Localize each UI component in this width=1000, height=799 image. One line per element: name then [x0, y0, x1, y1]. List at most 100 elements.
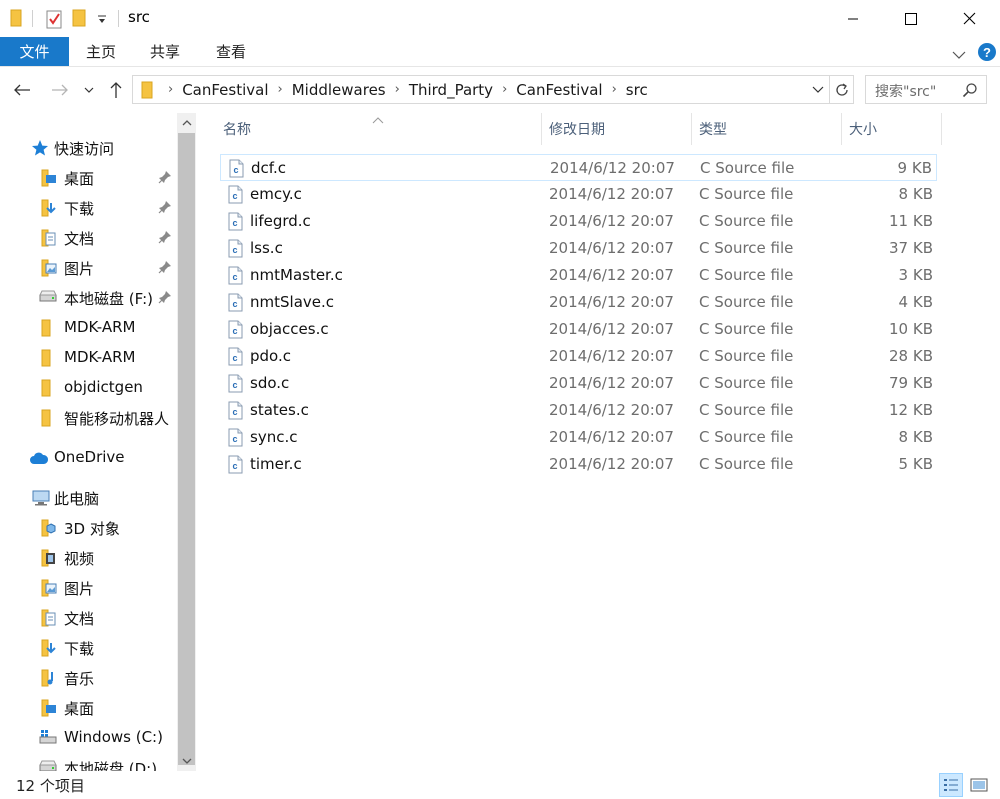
- expand-ribbon-icon[interactable]: [952, 46, 966, 64]
- file-row[interactable]: c pdo.c 2014/6/12 20:07 C Source file 28…: [220, 343, 937, 370]
- sidebar-item-quick-2[interactable]: 文档: [0, 223, 176, 253]
- new-folder-icon[interactable]: [72, 9, 86, 29]
- folder-icon[interactable]: [10, 9, 22, 29]
- customize-toolbar-icon[interactable]: [96, 12, 108, 32]
- maximize-button[interactable]: [888, 0, 934, 37]
- file-row[interactable]: c nmtMaster.c 2014/6/12 20:07 C Source f…: [220, 262, 937, 289]
- file-row[interactable]: c timer.c 2014/6/12 20:07 C Source file …: [220, 451, 937, 478]
- sidebar-item-quick-7[interactable]: objdictgen: [0, 373, 176, 403]
- breadcrumb-item[interactable]: src: [626, 81, 648, 99]
- scroll-thumb[interactable]: [178, 133, 195, 765]
- file-type: C Source file: [699, 266, 794, 284]
- sidebar-item-pc-1[interactable]: 视频: [0, 543, 176, 573]
- videos-folder-icon: [41, 549, 59, 567]
- address-history-button[interactable]: [808, 76, 828, 103]
- file-row[interactable]: c lifegrd.c 2014/6/12 20:07 C Source fil…: [220, 208, 937, 235]
- tab-file[interactable]: 文件: [0, 37, 69, 66]
- sidebar-item-pc-0[interactable]: 3D 对象: [0, 513, 176, 543]
- sidebar-item-quick-8[interactable]: 智能移动机器人: [0, 403, 176, 433]
- sidebar-item-quick-4[interactable]: 本地磁盘 (F:): [0, 283, 176, 313]
- sidebar-item-quick-6[interactable]: MDK-ARM: [0, 343, 176, 373]
- column-divider[interactable]: [841, 113, 842, 145]
- c-source-file-icon: c: [228, 293, 243, 312]
- back-arrow-icon: [14, 84, 30, 96]
- scroll-up-button[interactable]: [177, 113, 196, 132]
- chevron-right-icon[interactable]: ›: [493, 82, 516, 97]
- file-name: pdo.c: [250, 347, 291, 365]
- refresh-button[interactable]: [829, 76, 853, 103]
- sidebar-item-quick-5[interactable]: MDK-ARM: [0, 313, 176, 343]
- recent-locations-button[interactable]: [80, 79, 98, 101]
- file-name: states.c: [250, 401, 309, 419]
- sidebar-item-pc-3[interactable]: 文档: [0, 603, 176, 633]
- file-row[interactable]: c lss.c 2014/6/12 20:07 C Source file 37…: [220, 235, 937, 262]
- tab-view[interactable]: 查看: [203, 37, 259, 66]
- file-date: 2014/6/12 20:07: [549, 401, 674, 419]
- sidebar-item-this-pc[interactable]: 此电脑: [0, 483, 176, 513]
- c-source-file-icon: c: [228, 401, 243, 420]
- sidebar-item-quick-3[interactable]: 图片: [0, 253, 176, 283]
- column-header-type[interactable]: 类型: [699, 113, 727, 145]
- chevron-right-icon[interactable]: ›: [603, 82, 626, 97]
- sidebar-item-pc-7[interactable]: Windows (C:): [0, 723, 176, 753]
- breadcrumb-item[interactable]: CanFestival: [182, 81, 268, 99]
- properties-icon[interactable]: [46, 9, 64, 29]
- ribbon: 文件 主页 共享 查看 ?: [0, 37, 1000, 67]
- svg-text:c: c: [232, 353, 237, 363]
- c-source-file-icon: c: [228, 374, 243, 393]
- forward-button[interactable]: [48, 79, 72, 101]
- item-count: 12 个项目: [16, 777, 85, 795]
- details-view-button[interactable]: [939, 773, 963, 797]
- column-divider[interactable]: [691, 113, 692, 145]
- close-button[interactable]: [946, 0, 992, 37]
- breadcrumb-item[interactable]: Middlewares: [292, 81, 386, 99]
- svg-text:c: c: [232, 461, 237, 471]
- search-input[interactable]: 搜索"src": [865, 75, 987, 104]
- file-size: 9 KB: [897, 159, 932, 177]
- search-icon[interactable]: [962, 82, 978, 102]
- file-row[interactable]: c dcf.c 2014/6/12 20:07 C Source file 9 …: [220, 154, 937, 181]
- back-button[interactable]: [10, 79, 34, 101]
- breadcrumb-item[interactable]: Third_Party: [409, 81, 493, 99]
- c-source-file-icon: c: [228, 428, 243, 447]
- sidebar-item-onedrive[interactable]: OneDrive: [0, 443, 176, 473]
- sidebar-item-pc-4[interactable]: 下载: [0, 633, 176, 663]
- large-icons-view-button[interactable]: [967, 773, 991, 797]
- up-button[interactable]: [104, 79, 128, 101]
- file-row[interactable]: c states.c 2014/6/12 20:07 C Source file…: [220, 397, 937, 424]
- navigation-pane-scrollbar[interactable]: [177, 113, 196, 771]
- pin-icon: [158, 200, 172, 218]
- column-header-size[interactable]: 大小: [849, 113, 877, 145]
- file-row[interactable]: c sdo.c 2014/6/12 20:07 C Source file 79…: [220, 370, 937, 397]
- file-row[interactable]: c emcy.c 2014/6/12 20:07 C Source file 8…: [220, 181, 937, 208]
- chevron-right-icon[interactable]: ›: [269, 82, 292, 97]
- column-header-name[interactable]: 名称: [223, 113, 251, 145]
- help-icon[interactable]: ?: [977, 42, 997, 66]
- sidebar-item-pc-8[interactable]: 本地磁盘 (D:): [0, 753, 176, 771]
- sidebar-item-quick-access[interactable]: 快速访问: [0, 133, 176, 163]
- toolbar-divider: [118, 10, 119, 27]
- file-row[interactable]: c sync.c 2014/6/12 20:07 C Source file 8…: [220, 424, 937, 451]
- column-divider[interactable]: [541, 113, 542, 145]
- sidebar-item-label: 智能移动机器人: [64, 410, 170, 428]
- column-header-date[interactable]: 修改日期: [549, 113, 605, 145]
- minimize-button[interactable]: [830, 0, 876, 37]
- column-divider[interactable]: [941, 113, 942, 145]
- svg-text:c: c: [232, 272, 237, 282]
- sidebar-item-pc-5[interactable]: 音乐: [0, 663, 176, 693]
- file-row[interactable]: c objacces.c 2014/6/12 20:07 C Source fi…: [220, 316, 937, 343]
- address-bar[interactable]: › CanFestival › Middlewares › Third_Part…: [132, 75, 854, 104]
- svg-text:c: c: [232, 218, 237, 228]
- breadcrumb-item[interactable]: CanFestival: [516, 81, 602, 99]
- scroll-down-button[interactable]: [177, 752, 196, 771]
- chevron-right-icon[interactable]: ›: [159, 82, 182, 97]
- tab-home[interactable]: 主页: [74, 37, 128, 66]
- file-row[interactable]: c nmtSlave.c 2014/6/12 20:07 C Source fi…: [220, 289, 937, 316]
- tab-share[interactable]: 共享: [138, 37, 192, 66]
- drive-icon: [38, 759, 57, 771]
- chevron-right-icon[interactable]: ›: [386, 82, 409, 97]
- sidebar-item-pc-6[interactable]: 桌面: [0, 693, 176, 723]
- sidebar-item-quick-0[interactable]: 桌面: [0, 163, 176, 193]
- sidebar-item-pc-2[interactable]: 图片: [0, 573, 176, 603]
- sidebar-item-quick-1[interactable]: 下载: [0, 193, 176, 223]
